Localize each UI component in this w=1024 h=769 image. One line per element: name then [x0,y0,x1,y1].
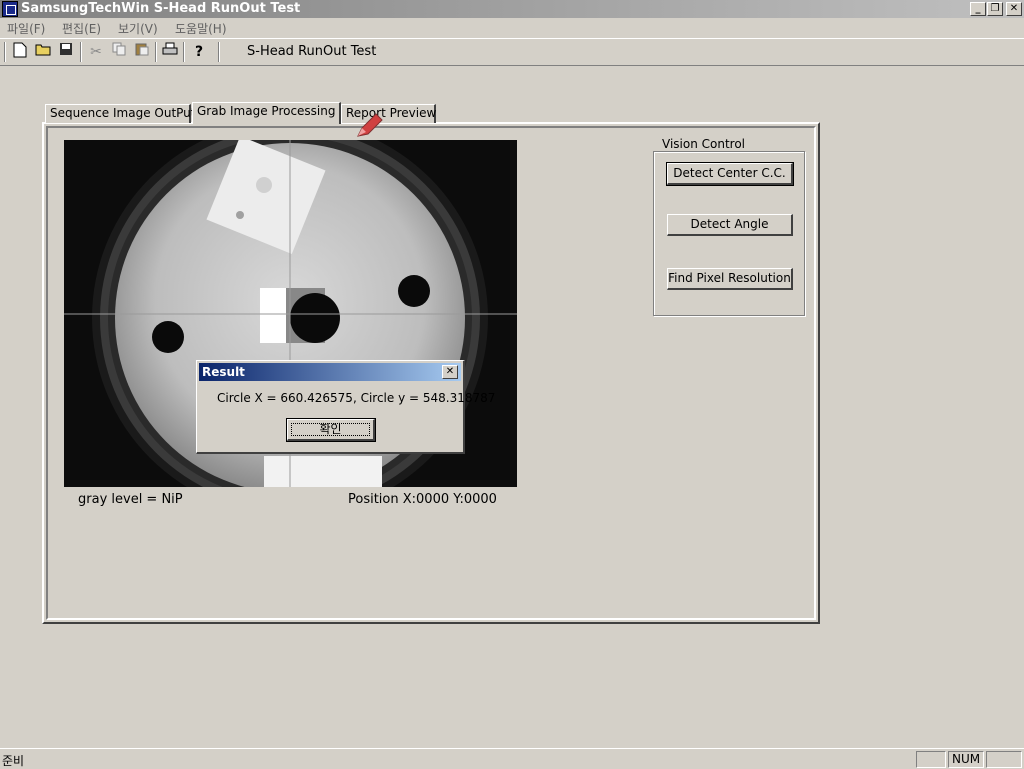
title-bar: SamsungTechWin S-Head RunOut Test _ ❐ ✕ [0,0,1024,18]
toolbar-title: S-Head RunOut Test [247,44,377,59]
position-text: Position X:0000 Y:0000 [348,492,497,507]
focus-ring [291,423,370,436]
dialog-message: Circle X = 660.426575, Circle y = 548.31… [217,391,496,405]
status-bar: 준비 NUM [0,748,1024,769]
gray-level-text: gray level = NiP [78,492,183,507]
copy-icon[interactable] [109,42,129,62]
find-pixel-resolution-button[interactable]: Find Pixel Resolution [667,268,793,290]
detect-angle-button[interactable]: Detect Angle [667,214,793,236]
menu-file[interactable]: 파일(F) [7,20,45,37]
help-icon[interactable]: ? [189,42,209,62]
print-icon[interactable] [160,42,180,62]
tab-sequence-image-output[interactable]: Sequence Image OutPut [45,104,196,123]
open-folder-icon[interactable] [33,42,53,62]
result-dialog: Result ✕ Circle X = 660.426575, Circle y… [196,360,495,454]
toolbar-separator [155,42,157,62]
menu-help[interactable]: 도움말(H) [175,20,227,37]
close-button[interactable]: ✕ [1006,2,1022,16]
status-pane-num: NUM [948,751,984,768]
cut-icon[interactable]: ✂ [86,42,106,62]
pen-cursor-icon [356,112,386,143]
vision-control-title: Vision Control [660,137,748,151]
dialog-close-icon[interactable]: ✕ [442,365,458,379]
dialog-title: Result [202,365,245,379]
workspace-edge [0,65,1024,66]
restore-button[interactable]: ❐ [987,2,1003,16]
status-pane-caps [916,751,946,768]
menu-view[interactable]: 보기(V) [118,20,158,37]
new-file-icon[interactable] [10,42,30,62]
tab-grab-image-processing[interactable]: Grab Image Processing [192,102,341,124]
app-icon [2,1,18,17]
save-icon[interactable] [56,42,76,62]
window-title: SamsungTechWin S-Head RunOut Test [21,1,301,16]
status-text: 준비 [2,754,25,768]
toolbar: ✂ ? S-Head RunOut Test [0,38,1024,66]
toolbar-grip [4,42,6,62]
toolbar-separator [183,42,185,62]
toolbar-separator [80,42,82,62]
status-pane-scroll [986,751,1022,768]
menu-edit[interactable]: 편집(E) [62,20,101,37]
detect-center-button[interactable]: Detect Center C.C. [666,162,794,186]
paste-icon[interactable] [132,42,152,62]
menu-bar: 파일(F) 편집(E) 보기(V) 도움말(H) [0,18,1024,37]
minimize-button[interactable]: _ [970,2,986,16]
dialog-title-bar: Result ✕ [199,363,461,381]
ok-button[interactable]: 확인 [286,418,376,442]
toolbar-separator [218,42,220,62]
